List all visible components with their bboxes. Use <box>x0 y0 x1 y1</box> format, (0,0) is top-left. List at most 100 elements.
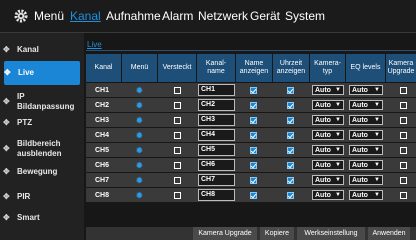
kameratyp-select[interactable]: Auto ▼ <box>312 173 344 187</box>
sidebar-item-pir[interactable]: ✥ PIR <box>0 190 84 204</box>
channel-name-field[interactable]: CH8 <box>198 189 235 201</box>
channel-name-field[interactable]: CH6 <box>198 159 235 171</box>
eq-levels-select[interactable]: Auto ▼ <box>349 98 383 112</box>
eq-levels-dropdown[interactable]: Auto ▼ <box>349 100 383 110</box>
kameratyp-select[interactable]: Auto ▼ <box>312 128 344 142</box>
menu-icon[interactable]: ✹ <box>136 128 143 142</box>
menu-item-menue[interactable]: Menü <box>34 9 64 23</box>
camera-type-dropdown[interactable]: Auto ▼ <box>312 160 344 170</box>
channel-name-input[interactable]: CH3 <box>198 113 235 127</box>
versteckt-checkbox[interactable] <box>174 158 181 172</box>
checkbox[interactable] <box>287 191 294 199</box>
kamera-upgrade-checkbox[interactable] <box>400 83 407 97</box>
checkbox[interactable] <box>250 176 257 184</box>
channel-name-field[interactable]: CH3 <box>198 114 235 126</box>
channel-name-field[interactable]: CH1 <box>198 84 235 96</box>
menu-icon[interactable]: ✹ <box>136 188 143 202</box>
name-anzeigen-checkbox[interactable] <box>250 83 257 97</box>
channel-name-input[interactable]: CH7 <box>198 173 235 187</box>
sidebar-item-smart[interactable]: ✥ Smart <box>0 211 84 225</box>
checkbox[interactable] <box>400 86 407 94</box>
checkbox[interactable] <box>250 101 257 109</box>
eq-levels-dropdown[interactable]: Auto ▼ <box>349 145 383 155</box>
sidebar-item-kanal[interactable]: ✥ Kanal <box>0 43 84 57</box>
versteckt-checkbox[interactable] <box>174 188 181 202</box>
gear-icon[interactable] <box>13 8 29 24</box>
uhrzeit-anzeigen-checkbox[interactable] <box>287 83 294 97</box>
cog-icon[interactable]: ✹ <box>136 146 143 155</box>
name-anzeigen-checkbox[interactable] <box>250 128 257 142</box>
checkbox[interactable] <box>250 191 257 199</box>
camera-type-dropdown[interactable]: Auto ▼ <box>312 115 344 125</box>
checkbox[interactable] <box>400 101 407 109</box>
checkbox[interactable] <box>400 116 407 124</box>
kamera-upgrade-checkbox[interactable] <box>400 158 407 172</box>
eq-levels-select[interactable]: Auto ▼ <box>349 158 383 172</box>
eq-levels-select[interactable]: Auto ▼ <box>349 113 383 127</box>
checkbox[interactable] <box>400 161 407 169</box>
name-anzeigen-checkbox[interactable] <box>250 173 257 187</box>
sidebar-item-ip-bildanpassung[interactable]: ✥ IP Bildanpassung <box>0 90 84 114</box>
name-anzeigen-checkbox[interactable] <box>250 113 257 127</box>
uhrzeit-anzeigen-checkbox[interactable] <box>287 128 294 142</box>
checkbox[interactable] <box>174 176 181 184</box>
eq-levels-dropdown[interactable]: Auto ▼ <box>349 175 383 185</box>
eq-levels-select[interactable]: Auto ▼ <box>349 128 383 142</box>
checkbox[interactable] <box>287 161 294 169</box>
werkseinstellung-button[interactable]: Werkseinstellung <box>297 227 365 240</box>
sidebar-item-live[interactable]: ✥ Live <box>4 61 80 85</box>
checkbox[interactable] <box>287 131 294 139</box>
name-anzeigen-checkbox[interactable] <box>250 188 257 202</box>
channel-name-input[interactable]: CH1 <box>198 83 235 97</box>
anwenden-button[interactable]: Anwenden <box>368 227 410 240</box>
cog-icon[interactable]: ✹ <box>136 116 143 125</box>
menu-item-geraet[interactable]: Gerät <box>250 9 280 23</box>
checkbox[interactable] <box>400 191 407 199</box>
sidebar-item-bildbereich-ausblenden[interactable]: ✥ Bildbereich ausblenden <box>0 137 84 161</box>
uhrzeit-anzeigen-checkbox[interactable] <box>287 143 294 157</box>
sidebar-item-ptz[interactable]: ✥ PTZ <box>0 116 84 130</box>
kamera-upgrade-checkbox[interactable] <box>400 143 407 157</box>
checkbox[interactable] <box>174 161 181 169</box>
cog-icon[interactable]: ✹ <box>136 101 143 110</box>
name-anzeigen-checkbox[interactable] <box>250 158 257 172</box>
checkbox[interactable] <box>287 116 294 124</box>
checkbox[interactable] <box>400 131 407 139</box>
checkbox[interactable] <box>400 146 407 154</box>
eq-levels-select[interactable]: Auto ▼ <box>349 83 383 97</box>
checkbox[interactable] <box>287 146 294 154</box>
name-anzeigen-checkbox[interactable] <box>250 143 257 157</box>
channel-name-field[interactable]: CH4 <box>198 129 235 141</box>
camera-type-dropdown[interactable]: Auto ▼ <box>312 85 344 95</box>
checkbox[interactable] <box>287 86 294 94</box>
checkbox[interactable] <box>174 146 181 154</box>
versteckt-checkbox[interactable] <box>174 113 181 127</box>
eq-levels-select[interactable]: Auto ▼ <box>349 173 383 187</box>
channel-name-input[interactable]: CH5 <box>198 143 235 157</box>
menu-icon[interactable]: ✹ <box>136 83 143 97</box>
kamera-upgrade-checkbox[interactable] <box>400 173 407 187</box>
checkbox[interactable] <box>287 176 294 184</box>
checkbox[interactable] <box>250 86 257 94</box>
kameratyp-select[interactable]: Auto ▼ <box>312 158 344 172</box>
sidebar-item-bewegung[interactable]: ✥ Bewegung <box>0 165 84 179</box>
menu-item-kanal[interactable]: Kanal <box>70 9 101 23</box>
eq-levels-dropdown[interactable]: Auto ▼ <box>349 115 383 125</box>
checkbox[interactable] <box>250 146 257 154</box>
kamera-upgrade-checkbox[interactable] <box>400 128 407 142</box>
eq-levels-dropdown[interactable]: Auto ▼ <box>349 130 383 140</box>
menu-item-aufnahme[interactable]: Aufnahme <box>106 9 161 23</box>
cog-icon[interactable]: ✹ <box>136 161 143 170</box>
cog-icon[interactable]: ✹ <box>136 86 143 95</box>
kamera-upgrade-checkbox[interactable] <box>400 113 407 127</box>
kameratyp-select[interactable]: Auto ▼ <box>312 83 344 97</box>
channel-name-input[interactable]: CH6 <box>198 158 235 172</box>
camera-type-dropdown[interactable]: Auto ▼ <box>312 130 344 140</box>
checkbox[interactable] <box>250 116 257 124</box>
camera-type-dropdown[interactable]: Auto ▼ <box>312 190 344 200</box>
uhrzeit-anzeigen-checkbox[interactable] <box>287 188 294 202</box>
cog-icon[interactable]: ✹ <box>136 131 143 140</box>
uhrzeit-anzeigen-checkbox[interactable] <box>287 158 294 172</box>
channel-name-input[interactable]: CH2 <box>198 98 235 112</box>
menu-item-alarm[interactable]: Alarm <box>162 9 193 23</box>
